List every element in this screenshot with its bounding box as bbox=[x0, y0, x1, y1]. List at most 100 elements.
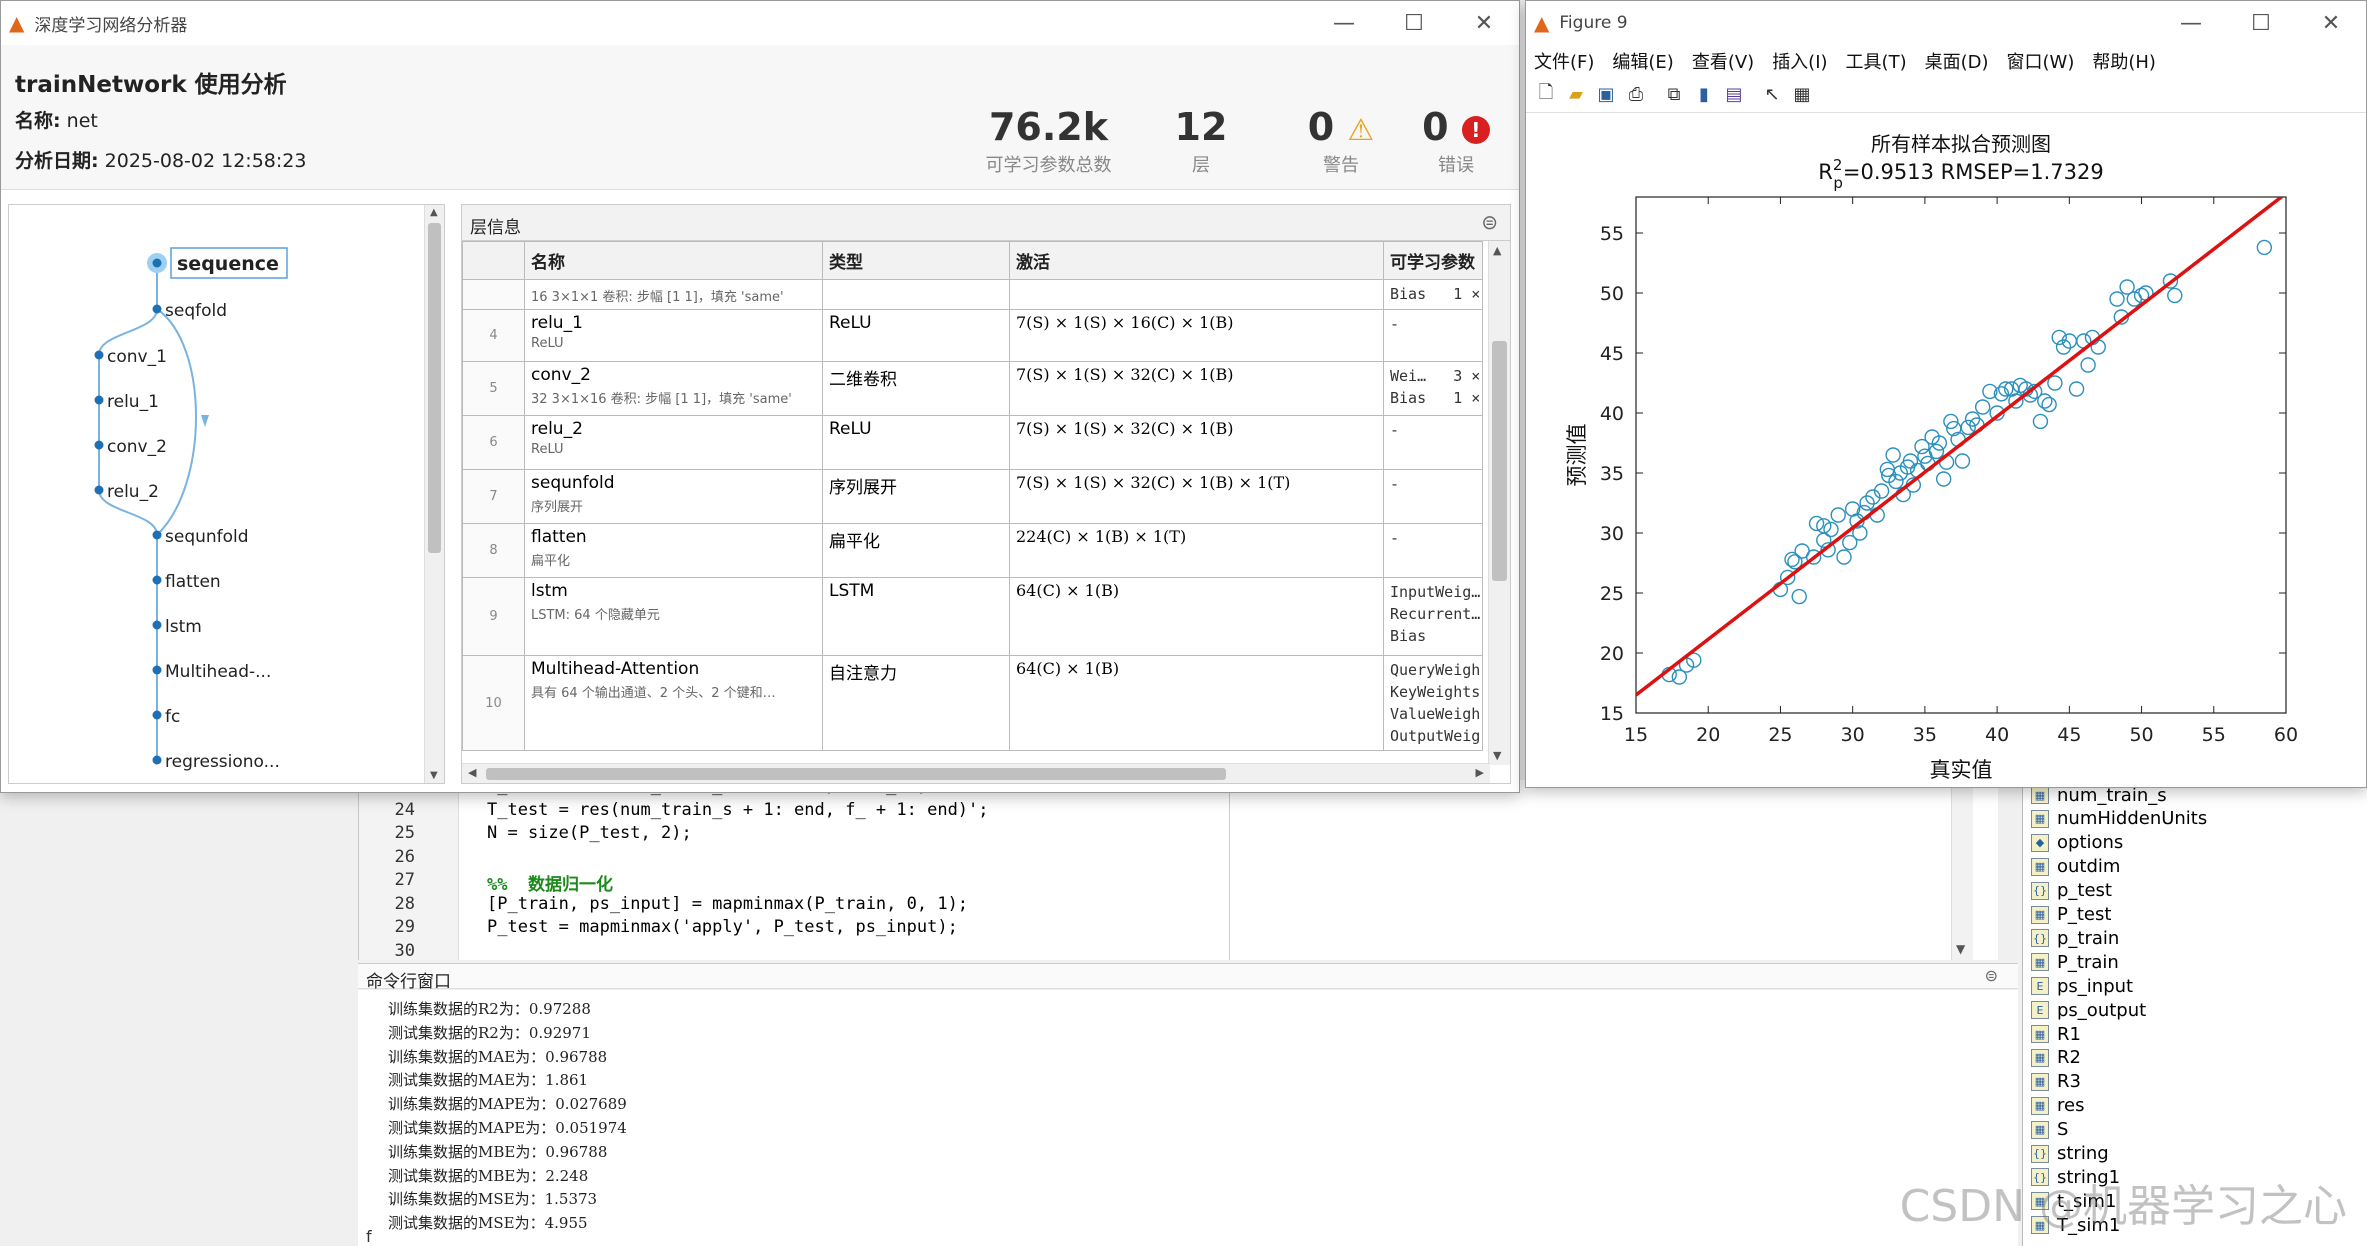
column-header-name[interactable]: 名称 bbox=[524, 241, 823, 280]
menu-item[interactable]: 查看(V) bbox=[1692, 48, 1754, 74]
code-line[interactable]: [P_train, ps_input] = mapminmax(P_train,… bbox=[487, 894, 968, 914]
workspace-variable[interactable]: ▦ P_test bbox=[2031, 903, 2111, 927]
graph-node-label[interactable]: conv_1 bbox=[107, 347, 167, 367]
column-header-params[interactable]: 可学习参数 bbox=[1383, 241, 1483, 280]
graph-node-label[interactable]: lstm bbox=[165, 617, 202, 637]
legend-icon[interactable]: ▤ bbox=[1722, 83, 1746, 107]
graph-node[interactable] bbox=[94, 395, 104, 405]
command-window[interactable]: 训练集数据的R2为：0.97288 测试集数据的R2为：0.92971 训练集数据的… bbox=[358, 990, 2018, 1246]
code-line[interactable]: P_test = mapminmax('apply', P_test, ps_i… bbox=[487, 917, 958, 937]
workspace-variable[interactable]: {} p_train bbox=[2031, 926, 2119, 950]
column-header-activation[interactable]: 激活 bbox=[1009, 241, 1384, 280]
print-icon[interactable]: ⎙ bbox=[1624, 83, 1648, 107]
save-icon[interactable]: ▣ bbox=[1594, 83, 1618, 107]
menu-item[interactable]: 帮助(H) bbox=[2092, 48, 2156, 74]
scatter-plot[interactable]: 15 20 25 30 35 40 45 50 55 60 15 20 25 30 35 40 45 50 55 所有… bbox=[1526, 113, 2366, 787]
close-button[interactable]: ✕ bbox=[2296, 1, 2366, 45]
workspace-variable[interactable]: ▦ R1 bbox=[2031, 1022, 2081, 1046]
graph-node-label[interactable]: Multihead-... bbox=[165, 662, 271, 682]
property-icon[interactable]: ▦ bbox=[1790, 83, 1814, 107]
maximize-button[interactable]: ☐ bbox=[2226, 1, 2296, 45]
maximize-button[interactable]: ☐ bbox=[1379, 1, 1449, 45]
colorbar-icon[interactable]: ▮ bbox=[1692, 83, 1716, 107]
scroll-down-icon[interactable]: ▼ bbox=[1493, 749, 1501, 762]
layer-graph[interactable]: sequence seqfold conv_1 relu_1 conv_2 relu_2s… bbox=[9, 205, 419, 783]
workspace-variable[interactable]: ▦ R2 bbox=[2031, 1046, 2081, 1070]
table-row[interactable]: 8 flatten 扁平化 扁平化 224(C) × 1(B) × 1(T) - bbox=[462, 523, 1483, 578]
table-row[interactable]: 5 conv_2 32 3×1×16 卷积: 步幅 [1 1]，填充 'same' 二… bbox=[462, 361, 1483, 416]
scroll-right-icon[interactable]: ▶ bbox=[1476, 766, 1484, 779]
graph-node-label[interactable]: fc bbox=[165, 707, 180, 727]
close-button[interactable]: ✕ bbox=[1449, 1, 1519, 45]
collapse-icon[interactable]: ⊜ bbox=[1481, 210, 1498, 234]
table-hscrollbar[interactable]: ◀ ▶ bbox=[462, 763, 1490, 783]
minimize-button[interactable]: — bbox=[2156, 1, 2226, 45]
table-vscrollbar[interactable]: ▲ ▼ bbox=[1488, 241, 1510, 765]
scroll-down-icon[interactable]: ▼ bbox=[1956, 942, 1965, 956]
graph-node-label[interactable]: relu_1 bbox=[107, 392, 159, 412]
graph-node[interactable] bbox=[152, 304, 162, 314]
new-file-icon[interactable]: 🗋 bbox=[1534, 82, 1558, 107]
network-graph-pane[interactable]: sequence seqfold conv_1 relu_1 conv_2 relu_2s… bbox=[8, 204, 445, 784]
link-icon[interactable]: ⧉ bbox=[1662, 83, 1686, 107]
table-scroll-thumb[interactable] bbox=[1492, 341, 1507, 581]
workspace-variable[interactable]: ◆ options bbox=[2031, 831, 2123, 855]
scroll-down-icon[interactable]: ▼ bbox=[430, 770, 438, 781]
graph-node[interactable] bbox=[94, 485, 104, 495]
graph-node[interactable] bbox=[152, 530, 162, 540]
table-row[interactable]: 9 lstm LSTM: 64 个隐藏单元 LSTM 64(C) × 1(B) Input… bbox=[462, 577, 1483, 656]
graph-node[interactable] bbox=[152, 665, 162, 675]
graph-node[interactable] bbox=[152, 710, 162, 720]
workspace-variable[interactable]: Eps_output bbox=[2031, 998, 2146, 1022]
table-row[interactable]: 4 relu_1 ReLU ReLU 7(S) × 1(S) × 16(C) × 1(B… bbox=[462, 309, 1483, 362]
graph-node-label[interactable]: conv_2 bbox=[107, 437, 167, 457]
column-header-type[interactable]: 类型 bbox=[822, 241, 1010, 280]
code-line[interactable]: %% 数据归一化 bbox=[487, 870, 613, 895]
workspace-variable[interactable]: Eps_input bbox=[2031, 974, 2133, 998]
workspace-variable[interactable]: ▦ res bbox=[2031, 1094, 2084, 1118]
graph-node[interactable] bbox=[152, 258, 162, 268]
graph-scroll-thumb[interactable] bbox=[428, 223, 441, 553]
layer-table-viewport[interactable]: 名称 类型 激活 可学习参数 16 3×1×1 卷积: 步幅 [1 1]，填充 … bbox=[462, 241, 1490, 765]
scroll-left-icon[interactable]: ◀ bbox=[468, 766, 476, 779]
code-line[interactable]: N = size(P_test, 2); bbox=[487, 823, 692, 843]
graph-node-label[interactable]: sequence bbox=[177, 253, 279, 275]
graph-node[interactable] bbox=[94, 440, 104, 450]
code-line[interactable]: T_test = res(num_train_s + 1: end, f_ + … bbox=[487, 800, 989, 820]
workspace-variable[interactable]: ▦ outdim bbox=[2031, 855, 2120, 879]
table-hscroll-thumb[interactable] bbox=[486, 768, 1226, 780]
collapse-icon[interactable]: ⊜ bbox=[1985, 966, 1998, 985]
workspace-variable[interactable]: ▦ S bbox=[2031, 1118, 2068, 1142]
table-row[interactable]: 10 Multihead-Attention 具有 64 个输出通道、2 个头、2 … bbox=[462, 655, 1483, 751]
figure-titlebar[interactable]: ▲ Figure 9 — ☐ ✕ bbox=[1526, 1, 2366, 45]
code-editor[interactable]: 23P_test = res(num_train_s + 1: end, 1: … bbox=[358, 776, 1998, 961]
table-row-partial[interactable]: 16 3×1×1 卷积: 步幅 [1 1]，填充 'same' Bias 1 × bbox=[462, 279, 1483, 310]
workspace-variable[interactable]: {} string bbox=[2031, 1142, 2109, 1166]
graph-node-label[interactable]: flatten bbox=[165, 572, 221, 592]
scroll-up-icon[interactable]: ▲ bbox=[1493, 244, 1501, 257]
table-row[interactable]: 7 sequnfold 序列展开 序列展开 7(S) × 1(S) × 32(C) × … bbox=[462, 469, 1483, 524]
graph-node[interactable] bbox=[152, 575, 162, 585]
workspace-variable[interactable]: ▦ R3 bbox=[2031, 1070, 2081, 1094]
editor-scrollbar[interactable]: ▼ bbox=[1951, 780, 1973, 960]
menu-item[interactable]: 窗口(W) bbox=[2007, 48, 2075, 74]
menu-item[interactable]: 工具(T) bbox=[1846, 48, 1907, 74]
scroll-up-icon[interactable]: ▲ bbox=[430, 207, 438, 218]
menu-item[interactable]: 文件(F) bbox=[1534, 48, 1594, 74]
pointer-icon[interactable]: ↖ bbox=[1760, 83, 1784, 107]
minimize-button[interactable]: — bbox=[1309, 1, 1379, 45]
graph-scrollbar[interactable]: ▲ ▼ bbox=[424, 205, 444, 783]
workspace-variable[interactable]: ▦ P_train bbox=[2031, 950, 2119, 974]
graph-node[interactable] bbox=[152, 620, 162, 630]
open-folder-icon[interactable]: ▰ bbox=[1564, 83, 1588, 107]
graph-node-label[interactable]: seqfold bbox=[165, 301, 227, 321]
workspace-variable[interactable]: ▦ numHiddenUnits bbox=[2031, 807, 2207, 831]
menu-item[interactable]: 插入(I) bbox=[1772, 48, 1827, 74]
table-row[interactable]: 6 relu_2 ReLU ReLU 7(S) × 1(S) × 32(C) × 1(B… bbox=[462, 415, 1483, 470]
graph-node[interactable] bbox=[152, 755, 162, 765]
graph-node-label[interactable]: sequnfold bbox=[165, 527, 249, 547]
analyzer-titlebar[interactable]: ▲ 深度学习网络分析器 — ☐ ✕ bbox=[1, 1, 1519, 45]
menu-item[interactable]: 桌面(D) bbox=[1925, 48, 1989, 74]
menu-item[interactable]: 编辑(E) bbox=[1612, 48, 1673, 74]
graph-node-label[interactable]: relu_2 bbox=[107, 482, 159, 502]
